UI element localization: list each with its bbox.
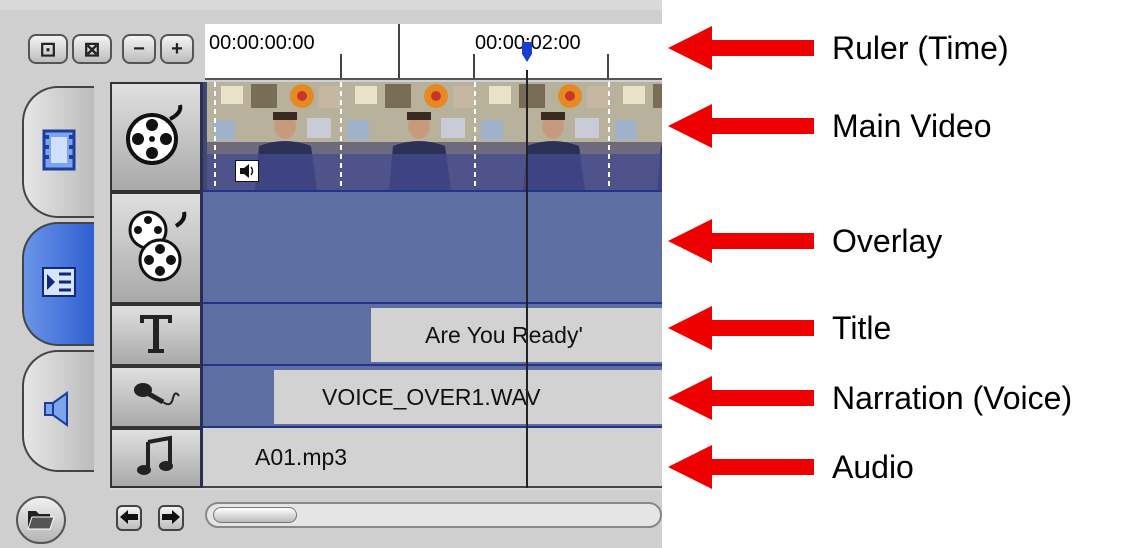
audio-track[interactable]: A01.mp3 bbox=[203, 428, 662, 488]
double-film-reel-icon bbox=[124, 208, 188, 289]
main-video-track[interactable] bbox=[203, 82, 662, 192]
arrow-left-icon bbox=[120, 508, 138, 529]
arrow-right-icon bbox=[162, 508, 180, 529]
zoom-in-button[interactable]: + bbox=[160, 34, 194, 64]
scrollbar-thumb[interactable] bbox=[213, 507, 297, 523]
playhead-marker-icon[interactable] bbox=[522, 42, 532, 62]
narration-track-header[interactable] bbox=[110, 366, 202, 428]
annotation-narration: Narration (Voice) bbox=[832, 380, 1073, 416]
main-video-arrow-icon bbox=[668, 104, 814, 148]
main-video-track-header[interactable] bbox=[110, 82, 202, 192]
narration-clip[interactable]: VOICE_OVER1.WAV bbox=[274, 370, 662, 424]
horizontal-scrollbar[interactable] bbox=[205, 502, 662, 528]
annotation-overlay: Overlay bbox=[832, 223, 943, 259]
audio-track-header[interactable] bbox=[110, 428, 202, 488]
plus-icon: + bbox=[171, 37, 183, 60]
timeline-editor: ⊡ ⊠ − + 00:00:00:00 00:00:02:00 bbox=[0, 0, 662, 548]
narration-clip-label: VOICE_OVER1.WAV bbox=[322, 384, 541, 410]
title-arrow-icon bbox=[668, 306, 814, 350]
film-reel-icon bbox=[124, 103, 188, 172]
playhead-line[interactable] bbox=[526, 70, 528, 488]
overlay-track-header[interactable] bbox=[110, 192, 202, 304]
overlay-track[interactable] bbox=[203, 192, 662, 304]
text-t-icon bbox=[136, 311, 176, 360]
ruler-tick bbox=[607, 54, 609, 78]
annotation-audio: Audio bbox=[832, 449, 914, 485]
annotation-ruler: Ruler (Time) bbox=[832, 30, 1009, 66]
music-note-icon bbox=[136, 434, 176, 483]
time-ruler[interactable]: 00:00:00:00 00:00:02:00 bbox=[205, 24, 662, 80]
fit-icon: ⊠ bbox=[83, 38, 101, 61]
tab-storyboard[interactable] bbox=[22, 86, 94, 218]
ruler-tick bbox=[340, 54, 342, 78]
view-mode-button[interactable]: ⊡ bbox=[28, 34, 68, 64]
fit-timeline-button[interactable]: ⊠ bbox=[72, 34, 112, 64]
speaker-icon bbox=[41, 390, 77, 432]
ruler-start-time: 00:00:00:00 bbox=[209, 32, 315, 54]
scroll-left-button[interactable] bbox=[116, 505, 142, 531]
clip-audio-icon bbox=[235, 160, 259, 182]
audio-arrow-icon bbox=[668, 445, 814, 489]
tab-audio-view[interactable] bbox=[22, 350, 94, 472]
minus-icon: − bbox=[133, 37, 145, 60]
ruler-tick bbox=[473, 54, 475, 78]
audio-clip-label: A01.mp3 bbox=[255, 444, 348, 470]
zoom-out-button[interactable]: − bbox=[122, 34, 156, 64]
title-track[interactable]: Are You Ready' bbox=[203, 304, 662, 366]
film-icon bbox=[42, 129, 76, 176]
ruler-arrow-icon bbox=[668, 26, 814, 70]
open-folder-button[interactable] bbox=[16, 496, 66, 544]
title-clip-label: Are You Ready' bbox=[425, 322, 583, 348]
timeline-tab-icon bbox=[41, 264, 77, 305]
narration-arrow-icon bbox=[668, 376, 814, 420]
folder-icon bbox=[26, 505, 56, 536]
title-track-header[interactable] bbox=[110, 304, 202, 366]
title-clip[interactable]: Are You Ready' bbox=[371, 308, 662, 362]
ruler-tick bbox=[398, 24, 400, 78]
view-mode-icon: ⊡ bbox=[39, 38, 57, 61]
overlay-arrow-icon bbox=[668, 219, 814, 263]
microphone-icon bbox=[131, 380, 181, 415]
annotation-main-video: Main Video bbox=[832, 108, 992, 144]
annotation-title: Title bbox=[832, 310, 892, 346]
narration-track[interactable]: VOICE_OVER1.WAV bbox=[203, 366, 662, 428]
scroll-right-button[interactable] bbox=[158, 505, 184, 531]
video-clip[interactable] bbox=[207, 82, 662, 190]
tab-timeline[interactable] bbox=[22, 222, 94, 346]
